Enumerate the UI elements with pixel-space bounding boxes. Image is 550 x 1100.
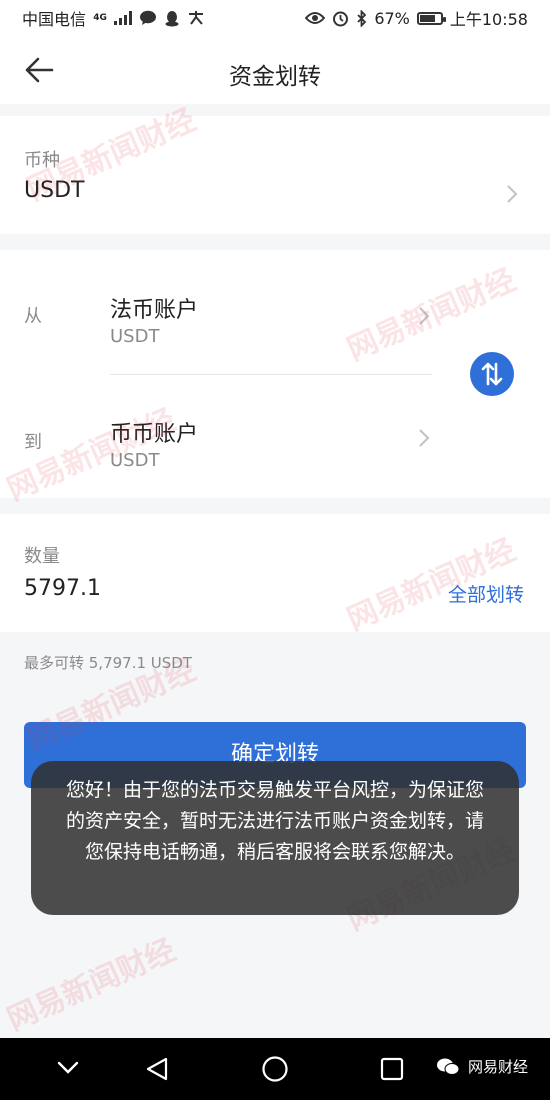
page-title: 资金划转 [229, 64, 321, 90]
back-triangle-icon[interactable] [144, 1056, 170, 1082]
recents-square-icon[interactable] [380, 1057, 404, 1081]
swap-button[interactable] [470, 352, 514, 396]
status-right: 67% 上午10:58 [305, 6, 528, 30]
watermark: 网易新闻财经 [2, 932, 181, 1038]
network-type: 4G [93, 12, 107, 23]
eye-icon [305, 12, 326, 24]
to-label: 到 [24, 432, 42, 453]
chevron-right-icon [419, 429, 430, 447]
currency-selector[interactable]: 币种 USDT [0, 116, 550, 234]
max-transferable-text: 最多可转 5,797.1 USDT [24, 654, 193, 672]
brand-name: 网易财经 [467, 1058, 528, 1076]
home-circle-icon[interactable] [261, 1055, 289, 1083]
amount-label: 数量 [24, 546, 60, 567]
account-divider [110, 374, 432, 375]
status-left: 中国电信 4G [22, 6, 205, 30]
from-label: 从 [24, 306, 42, 327]
clock-time: 上午10:58 [449, 10, 528, 29]
transfer-accounts: 从 法币账户 USDT 到 币币账户 USDT [0, 250, 550, 498]
swap-arrows-icon [481, 362, 503, 386]
qq-icon [165, 10, 179, 26]
currency-value: USDT [24, 178, 85, 203]
system-nav-bar: 网易财经 [0, 1038, 550, 1100]
currency-label: 币种 [24, 150, 60, 171]
amount-input[interactable]: 5797.1 [24, 576, 101, 601]
alarm-icon [333, 11, 349, 26]
wechat-icon [436, 1058, 460, 1075]
app-icon [189, 11, 204, 25]
carrier-name: 中国电信 [22, 10, 87, 29]
amount-section: 数量 5797.1 全部划转 [0, 514, 550, 632]
brand-watermark: 网易财经 [436, 1056, 528, 1077]
chevron-down-icon[interactable] [56, 1060, 80, 1076]
bluetooth-icon [357, 9, 367, 27]
from-account-currency: USDT [110, 326, 160, 347]
transfer-all-button[interactable]: 全部划转 [448, 580, 524, 607]
message-icon [140, 10, 157, 25]
chevron-right-icon [507, 185, 518, 203]
signal-icon [114, 11, 133, 25]
battery-percent: 67% [374, 8, 410, 28]
to-account-selector[interactable]: 币币账户 USDT [100, 404, 440, 488]
from-account-name: 法币账户 [110, 298, 199, 323]
to-account-currency: USDT [110, 450, 160, 471]
chevron-right-icon [419, 307, 430, 325]
from-account-selector[interactable]: 法币账户 USDT [100, 280, 440, 364]
risk-control-toast: 您好！由于您的法币交易触发平台风控，为保证您的资产安全，暂时无法进行法币账户资金… [31, 761, 519, 915]
status-bar: 中国电信 4G 67% 上午10:58 [0, 0, 550, 36]
battery-fill [419, 14, 435, 22]
battery-icon [416, 11, 446, 25]
to-account-name: 币币账户 [110, 422, 199, 447]
nav-bar: 资金划转 [0, 36, 550, 104]
